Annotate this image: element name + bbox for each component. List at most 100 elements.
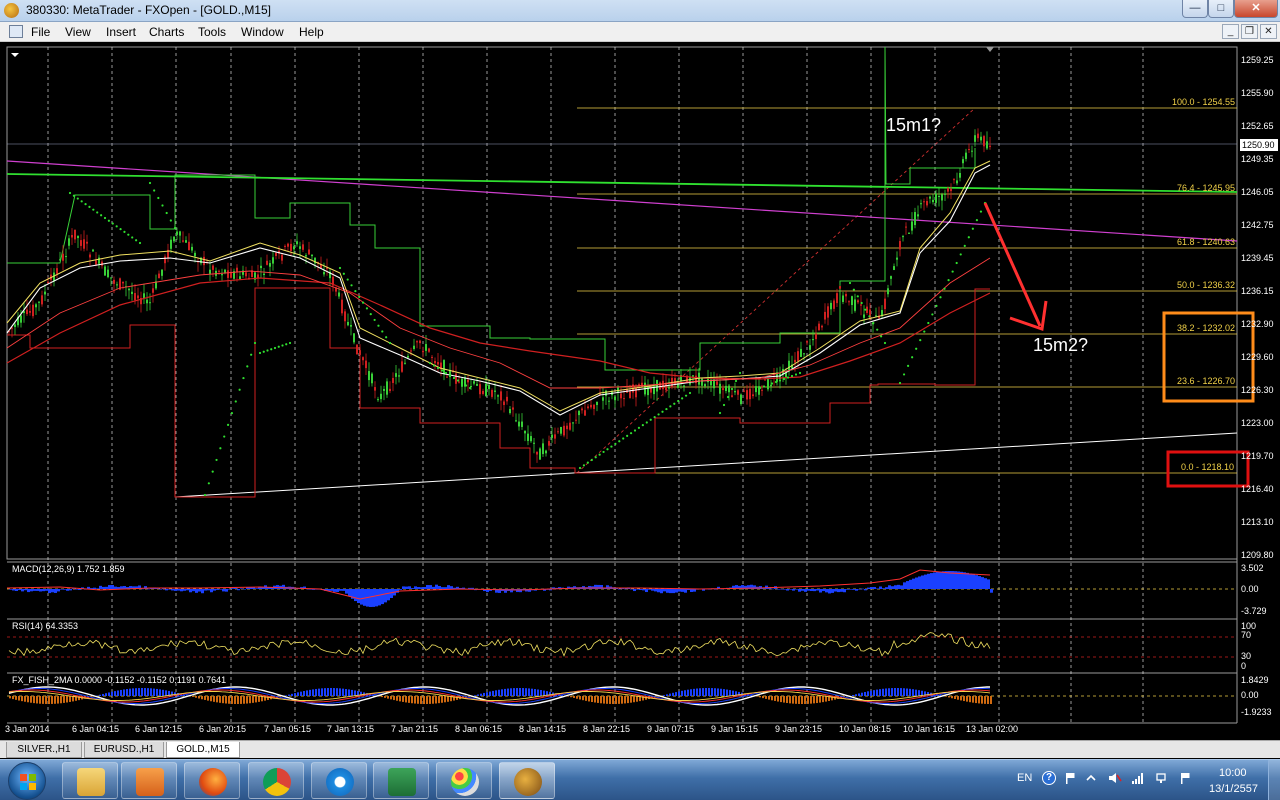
time-tick: 7 Jan 05:15: [264, 724, 312, 734]
network-icon[interactable]: [1155, 771, 1169, 785]
fib-level-100: 100.0 - 1254.55: [1172, 97, 1236, 107]
taskbar-chrome[interactable]: [248, 762, 304, 799]
macd-label: MACD(12,26,9) 1.752 1.859: [12, 564, 125, 574]
action-center-icon[interactable]: [1178, 771, 1192, 785]
taskbar-paint[interactable]: [436, 762, 492, 799]
chart-window-icon[interactable]: [9, 25, 23, 38]
chart-tabs: SILVER.,H1 EURUSD.,H1 GOLD.,M15: [0, 740, 1280, 758]
rsi-axis-tick: 0: [1241, 661, 1247, 671]
menu-tools[interactable]: Tools: [198, 25, 226, 39]
start-button[interactable]: [8, 762, 46, 800]
taskbar-media-player[interactable]: [121, 762, 177, 799]
minimize-button[interactable]: —: [1182, 0, 1208, 18]
magenta-trendline: [6, 160, 1238, 242]
fib-level-50: 50.0 - 1236.32: [1177, 280, 1236, 290]
price-tick: 1239.45: [1241, 253, 1274, 263]
taskbar-explorer[interactable]: [62, 762, 118, 799]
macd-axis-tick: -3.729: [1241, 606, 1267, 616]
firefox-icon: [199, 768, 227, 796]
price-chart[interactable]: 1259.25 1255.90 1252.65 1249.35 1246.05 …: [0, 43, 1280, 739]
menu-bar: File View Insert Charts Tools Window Hel…: [0, 22, 1280, 42]
time-tick: 9 Jan 23:15: [775, 724, 823, 734]
time-tick: 10 Jan 08:15: [839, 724, 892, 734]
menu-charts[interactable]: Charts: [149, 25, 184, 39]
help-icon[interactable]: ?: [1042, 771, 1056, 785]
rsi-line: [8, 632, 991, 657]
taskbar-internet-explorer[interactable]: [311, 762, 367, 799]
language-indicator[interactable]: EN: [1017, 772, 1032, 784]
menu-help[interactable]: Help: [299, 25, 324, 39]
chart-canvas: [6, 46, 1255, 724]
white-support-line: [174, 432, 1238, 498]
time-tick: 6 Jan 12:15: [135, 724, 183, 734]
tab-silver[interactable]: SILVER.,H1: [6, 742, 82, 758]
title-bar[interactable]: 380330: MetaTrader - FXOpen - [GOLD.,M15…: [0, 0, 1280, 22]
fisher-axis-tick: -1.9233: [1241, 707, 1272, 717]
fisher-label: FX_FISH_2MA 0.0000 -0.1152 -0.1152 0.119…: [12, 675, 227, 685]
mid-ma: [6, 257, 991, 389]
time-tick: 6 Jan 20:15: [199, 724, 247, 734]
time-tick: 13 Jan 02:00: [966, 724, 1019, 734]
close-button[interactable]: ✕: [1234, 0, 1278, 18]
maximize-button[interactable]: □: [1208, 0, 1234, 18]
macd-axis-tick: 0.00: [1241, 584, 1259, 594]
signal-bars-icon[interactable]: [1131, 771, 1145, 785]
price-tick: 1242.75: [1241, 220, 1274, 230]
price-tick: 1232.90: [1241, 319, 1274, 329]
tab-eurusd[interactable]: EURUSD.,H1: [84, 742, 164, 758]
media-player-icon: [136, 768, 164, 796]
price-tick: 1246.05: [1241, 187, 1274, 197]
fib-level-0: 0.0 - 1218.10: [1181, 462, 1235, 472]
taskbar-metatrader[interactable]: [499, 762, 555, 799]
chart-restore-button[interactable]: ❐: [1241, 24, 1258, 39]
green-resistance-line: [6, 173, 1238, 193]
flag-icon[interactable]: [1063, 771, 1077, 785]
chart-minimize-button[interactable]: _: [1222, 24, 1239, 39]
price-tick: 1209.80: [1241, 550, 1274, 560]
taskbar-excel[interactable]: [373, 762, 429, 799]
excel-icon: [388, 768, 416, 796]
volume-muted-icon[interactable]: [1108, 771, 1122, 785]
price-tick: 1259.25: [1241, 55, 1274, 65]
price-tick: 1249.35: [1241, 154, 1274, 164]
tab-gold[interactable]: GOLD.,M15: [166, 742, 240, 758]
fib-level-38: 38.2 - 1232.02: [1177, 323, 1236, 333]
fib-level-76: 76.4 - 1245.95: [1177, 183, 1236, 193]
menu-insert[interactable]: Insert: [106, 25, 136, 39]
metatrader-icon: [514, 768, 542, 796]
time-tick: 6 Jan 04:15: [72, 724, 120, 734]
time-tick: 7 Jan 21:15: [391, 724, 439, 734]
windows-logo-icon: [20, 774, 36, 790]
metatrader-window: 380330: MetaTrader - FXOpen - [GOLD.,M15…: [0, 0, 1280, 800]
price-tick: 1255.90: [1241, 88, 1274, 98]
menu-view[interactable]: View: [65, 25, 91, 39]
rsi-axis-tick: 30: [1241, 651, 1252, 661]
fib-level-61: 61.8 - 1240.63: [1177, 237, 1236, 247]
fisher-axis-tick: 0.00: [1241, 690, 1259, 700]
fib-level-23: 23.6 - 1226.70: [1177, 376, 1236, 386]
chevron-up-icon[interactable]: [1084, 771, 1098, 785]
price-tick: 1236.15: [1241, 286, 1274, 296]
internet-explorer-icon: [326, 768, 354, 796]
time-tick: 8 Jan 14:15: [519, 724, 567, 734]
metatrader-app-icon[interactable]: [4, 3, 19, 18]
price-tick: 1219.70: [1241, 451, 1274, 461]
price-tick: 1252.65: [1241, 121, 1274, 131]
clock-time[interactable]: 10:00: [1219, 767, 1247, 779]
fisher-axis-tick: 1.8429: [1241, 675, 1269, 685]
menu-file[interactable]: File: [31, 25, 50, 39]
price-tick: 1223.00: [1241, 418, 1274, 428]
current-price-label: 1250.90: [1240, 139, 1278, 151]
taskbar-firefox[interactable]: [184, 762, 240, 799]
folder-icon: [77, 768, 105, 796]
time-tick: 9 Jan 15:15: [711, 724, 759, 734]
red-arrow-shaft: [983, 202, 1042, 327]
time-tick: 8 Jan 22:15: [583, 724, 631, 734]
show-desktop-button[interactable]: [1268, 760, 1280, 800]
fast-ma-yellow: [6, 160, 991, 412]
clock-date[interactable]: 13/1/2557: [1209, 783, 1258, 795]
time-tick: 9 Jan 07:15: [647, 724, 695, 734]
menu-window[interactable]: Window: [241, 25, 284, 39]
chart-close-button[interactable]: ✕: [1260, 24, 1277, 39]
shift-marker: [986, 47, 994, 52]
